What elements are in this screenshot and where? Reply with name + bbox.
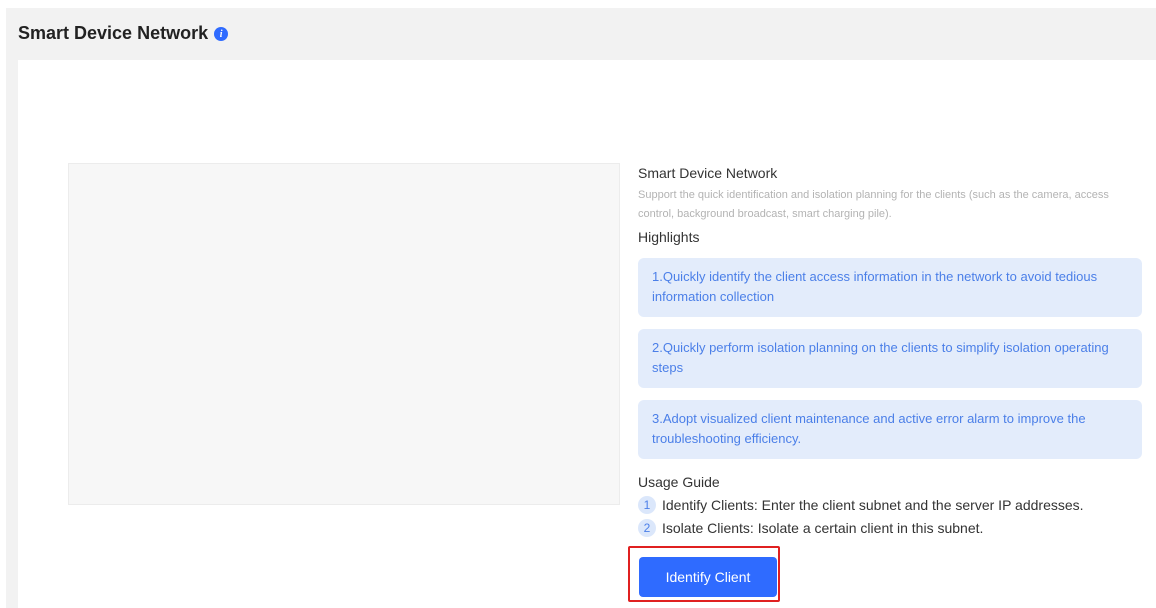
step-number-badge: 2 <box>638 519 656 537</box>
page-frame: Smart Device Network i Smart Device Netw… <box>6 8 1156 608</box>
main-content: Smart Device Network Support the quick i… <box>18 60 1156 608</box>
step-number-badge: 1 <box>638 496 656 514</box>
usage-guide-step: 2 Isolate Clients: Isolate a certain cli… <box>638 519 1142 537</box>
feature-title: Smart Device Network <box>638 165 778 181</box>
step-text: Isolate Clients: Isolate a certain clien… <box>662 520 984 536</box>
info-icon[interactable]: i <box>214 27 229 41</box>
usage-guide-title: Usage Guide <box>638 474 720 490</box>
highlight-item: 2.Quickly perform isolation planning on … <box>638 329 1142 388</box>
highlights-title: Highlights <box>638 229 700 245</box>
feature-illustration <box>68 163 620 505</box>
feature-description: Support the quick identification and iso… <box>638 189 1109 220</box>
identify-client-highlight: Identify Client <box>628 546 780 602</box>
feature-panel: Smart Device Network Support the quick i… <box>638 164 1142 537</box>
highlight-item: 1.Quickly identify the client access inf… <box>638 258 1142 317</box>
usage-guide-step: 1 Identify Clients: Enter the client sub… <box>638 496 1142 514</box>
step-text: Identify Clients: Enter the client subne… <box>662 497 1084 513</box>
page-header: Smart Device Network i <box>6 8 1156 58</box>
identify-client-button[interactable]: Identify Client <box>639 557 777 597</box>
highlight-item: 3.Adopt visualized client maintenance an… <box>638 400 1142 459</box>
page-title: Smart Device Network <box>18 22 209 43</box>
